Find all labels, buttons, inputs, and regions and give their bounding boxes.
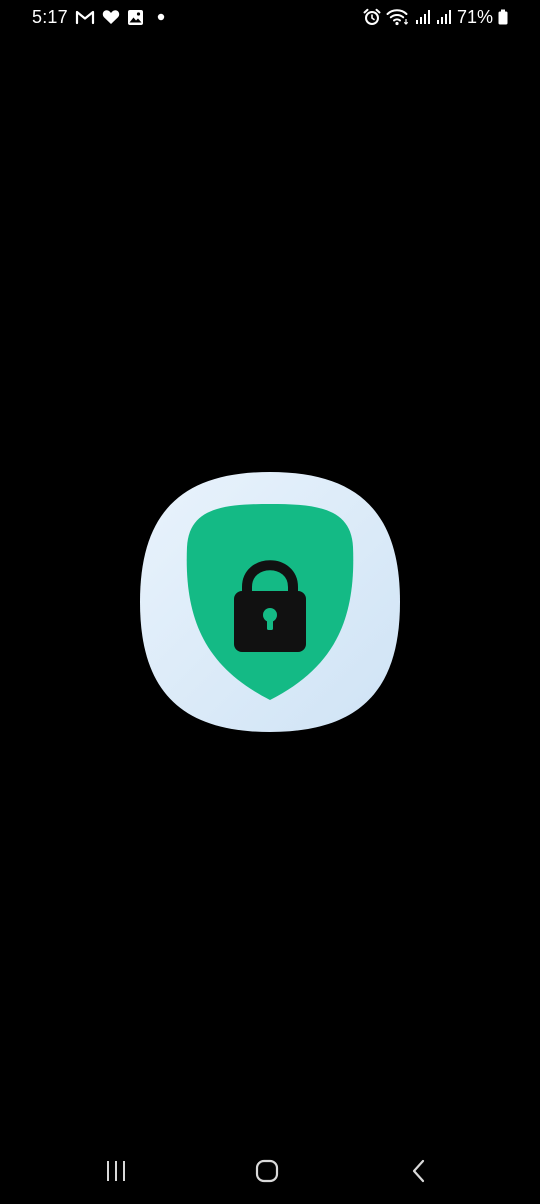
- status-bar-left: 5:17: [32, 6, 165, 28]
- alarm-icon: [363, 8, 381, 26]
- home-button[interactable]: [247, 1156, 287, 1186]
- recents-button[interactable]: [96, 1156, 136, 1186]
- status-bar: 5:17 71%: [0, 0, 540, 36]
- notification-dot-icon: [157, 13, 165, 21]
- back-button[interactable]: [399, 1156, 439, 1186]
- home-icon: [255, 1159, 279, 1183]
- heart-icon: [102, 9, 120, 25]
- gallery-icon: [127, 9, 144, 26]
- wifi-icon: [386, 8, 410, 26]
- recents-icon: [107, 1161, 125, 1181]
- back-icon: [412, 1159, 425, 1183]
- battery-percent: 71%: [456, 7, 493, 27]
- signal-icon: [415, 9, 431, 25]
- battery-icon: [498, 9, 508, 25]
- navigation-bar: [0, 1138, 540, 1204]
- shield-lock-icon: [140, 472, 400, 732]
- signal-icon: [436, 9, 452, 25]
- gmail-icon: [75, 9, 95, 25]
- app-icon: [137, 469, 403, 735]
- status-time: 5:17: [32, 7, 68, 27]
- status-bar-right: 71%: [363, 6, 508, 28]
